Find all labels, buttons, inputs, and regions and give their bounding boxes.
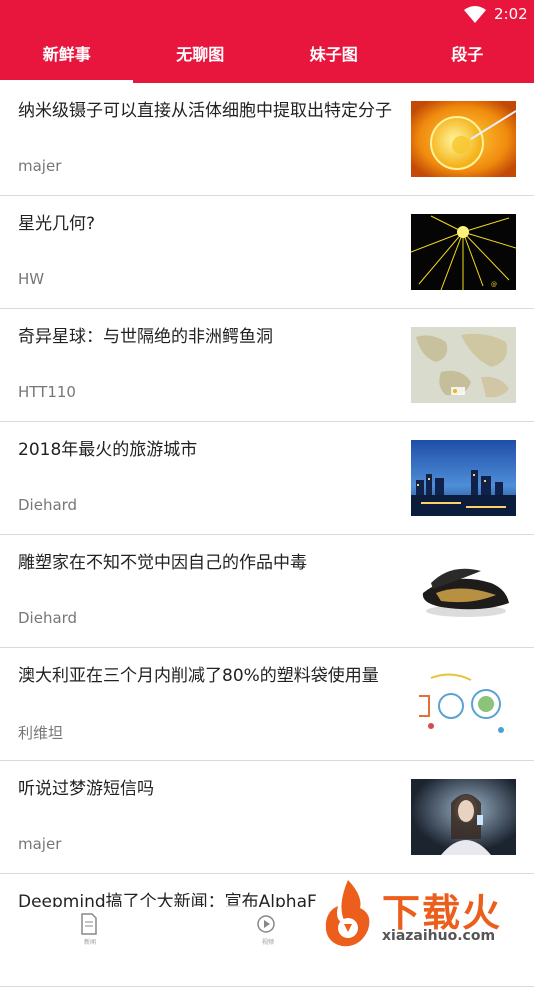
news-list: 纳米级镊子可以直接从活体细胞中提取出特定分子 majer 星光几何? HW — [0, 83, 534, 987]
item-title: 听说过梦游短信吗 — [18, 778, 398, 800]
starlight-thumbnail: @ — [411, 214, 516, 290]
item-title: 纳米级镊子可以直接从活体细胞中提取出特定分子 — [18, 100, 398, 122]
item-title: 2018年最火的旅游城市 — [18, 439, 398, 461]
list-item[interactable]: 听说过梦游短信吗 majer — [0, 761, 534, 874]
tab-label: 段子 — [451, 45, 483, 64]
watermark-logo: 下载火 xiazaihuo.com — [318, 878, 534, 949]
video-play-icon[interactable] — [256, 913, 276, 935]
list-item[interactable]: 雕塑家在不知不觉中因自己的作品中毒 Diehard — [0, 535, 534, 648]
item-author: majer — [18, 835, 61, 853]
item-author: Diehard — [18, 609, 77, 627]
list-item[interactable]: 奇异星球：与世隔绝的非洲鳄鱼洞 HTT110 — [0, 309, 534, 422]
tab-girl-pics[interactable]: 妹子图 — [267, 33, 401, 83]
video-label: 视频 — [262, 937, 274, 946]
tab-label: 新鲜事 — [43, 45, 91, 64]
list-item[interactable]: 纳米级镊子可以直接从活体细胞中提取出特定分子 majer — [0, 83, 534, 196]
map-thumbnail — [411, 327, 516, 403]
item-author: HTT110 — [18, 383, 76, 401]
city-thumbnail — [411, 440, 516, 516]
item-author: Diehard — [18, 496, 77, 514]
tab-label: 无聊图 — [176, 45, 224, 64]
news-label: 新闻 — [84, 937, 96, 946]
tab-label: 妹子图 — [310, 45, 358, 64]
item-author: 利维坦 — [18, 722, 63, 743]
tab-bar: 新鲜事 无聊图 妹子图 段子 — [0, 33, 534, 83]
item-title: 星光几何? — [18, 213, 398, 235]
app-header: 2:02 新鲜事 无聊图 妹子图 段子 — [0, 0, 534, 83]
phone-girl-thumbnail — [411, 779, 516, 855]
wifi-icon — [464, 6, 486, 24]
item-title: 澳大利亚在三个月内削减了80%的塑料袋使用量 — [18, 665, 398, 687]
tab-jokes[interactable]: 段子 — [401, 33, 534, 83]
item-title: 雕塑家在不知不觉中因自己的作品中毒 — [18, 552, 398, 574]
news-icon[interactable] — [79, 913, 99, 935]
flame-icon — [318, 878, 378, 949]
watermark-url: xiazaihuo.com — [382, 928, 495, 944]
item-author: majer — [18, 157, 61, 175]
list-item[interactable]: 星光几何? HW @ — [0, 196, 534, 309]
list-item[interactable]: 2018年最火的旅游城市 Diehard — [0, 422, 534, 535]
mussel-thumbnail — [411, 553, 516, 629]
item-title: 奇异星球：与世隔绝的非洲鳄鱼洞 — [18, 326, 398, 348]
item-author: HW — [18, 270, 44, 288]
status-time: 2:02 — [494, 5, 528, 23]
status-bar: 2:02 — [0, 0, 534, 30]
tab-boring-pics[interactable]: 无聊图 — [134, 33, 268, 83]
list-item[interactable]: 澳大利亚在三个月内削减了80%的塑料袋使用量 利维坦 — [0, 648, 534, 761]
cell-thumbnail — [411, 101, 516, 177]
svg-text:@: @ — [491, 281, 497, 288]
tab-fresh[interactable]: 新鲜事 — [0, 33, 134, 83]
doodle-thumbnail — [411, 666, 516, 742]
